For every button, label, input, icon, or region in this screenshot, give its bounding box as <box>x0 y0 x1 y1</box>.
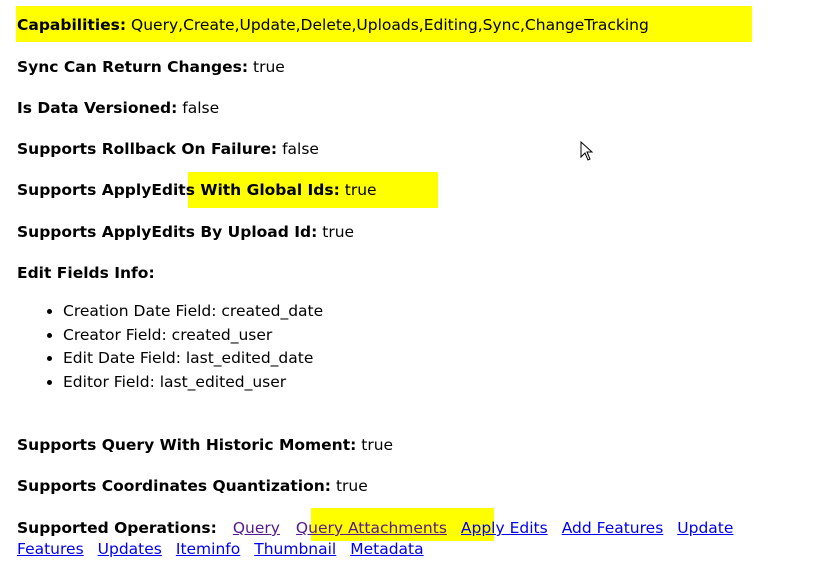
property-row: Supports Query With Historic Moment: tru… <box>17 435 393 455</box>
list-item: Edit Date Field: last_edited_date <box>63 347 323 371</box>
apply-edits-link[interactable]: Apply Edits <box>461 519 548 537</box>
query-attachments-link[interactable]: Query Attachments <box>296 519 447 537</box>
list-item: Creation Date Field: created_date <box>63 300 323 324</box>
property-value: true <box>322 223 355 241</box>
property-label: Is Data Versioned: <box>17 99 178 117</box>
edit-fields-heading: Edit Fields Info: <box>17 263 155 283</box>
property-value: true <box>344 181 377 199</box>
edit-fields-list: Creation Date Field: created_date Creato… <box>0 300 323 395</box>
property-label: Supports Coordinates Quantization: <box>17 477 331 495</box>
property-row: Is Data Versioned: false <box>17 98 219 118</box>
property-row: Sync Can Return Changes: true <box>17 57 285 77</box>
property-row: Supports ApplyEdits By Upload Id: true <box>17 222 354 242</box>
property-value: true <box>253 58 285 76</box>
property-label: Supports ApplyEdits By Upload Id: <box>17 223 318 241</box>
property-label: Sync Can Return Changes: <box>17 58 249 76</box>
mouse-cursor-icon <box>580 141 594 161</box>
property-value: true <box>335 477 368 495</box>
property-value: true <box>361 436 394 454</box>
capabilities-value: Query,Create,Update,Delete,Uploads,Editi… <box>131 16 649 34</box>
property-value: false <box>282 140 319 158</box>
property-label: Supports ApplyEdits With Global Ids: <box>17 181 340 199</box>
thumbnail-link[interactable]: Thumbnail <box>254 540 336 558</box>
updates-link[interactable]: Updates <box>98 540 162 558</box>
list-item: Editor Field: last_edited_user <box>63 371 323 395</box>
property-label: Supports Query With Historic Moment: <box>17 436 357 454</box>
add-features-link[interactable]: Add Features <box>562 519 664 537</box>
capabilities-label: Capabilities: <box>17 16 127 34</box>
property-row: Supports ApplyEdits With Global Ids: tru… <box>17 180 377 200</box>
property-value: false <box>182 99 220 117</box>
edit-fields-label: Edit Fields Info: <box>17 264 155 282</box>
property-row: Supports Coordinates Quantization: true <box>17 476 368 496</box>
operations-label: Supported Operations: <box>17 519 217 537</box>
query-link[interactable]: Query <box>233 519 280 537</box>
supported-operations: Supported Operations: Query Query Attachme… <box>17 518 839 560</box>
property-label: Supports Rollback On Failure: <box>17 140 278 158</box>
iteminfo-link[interactable]: Iteminfo <box>176 540 240 558</box>
property-row: Supports Rollback On Failure: false <box>17 139 319 159</box>
capabilities-row: Capabilities: Query,Create,Update,Delete… <box>17 15 649 35</box>
list-item: Creator Field: created_user <box>63 324 323 348</box>
metadata-link[interactable]: Metadata <box>350 540 423 558</box>
